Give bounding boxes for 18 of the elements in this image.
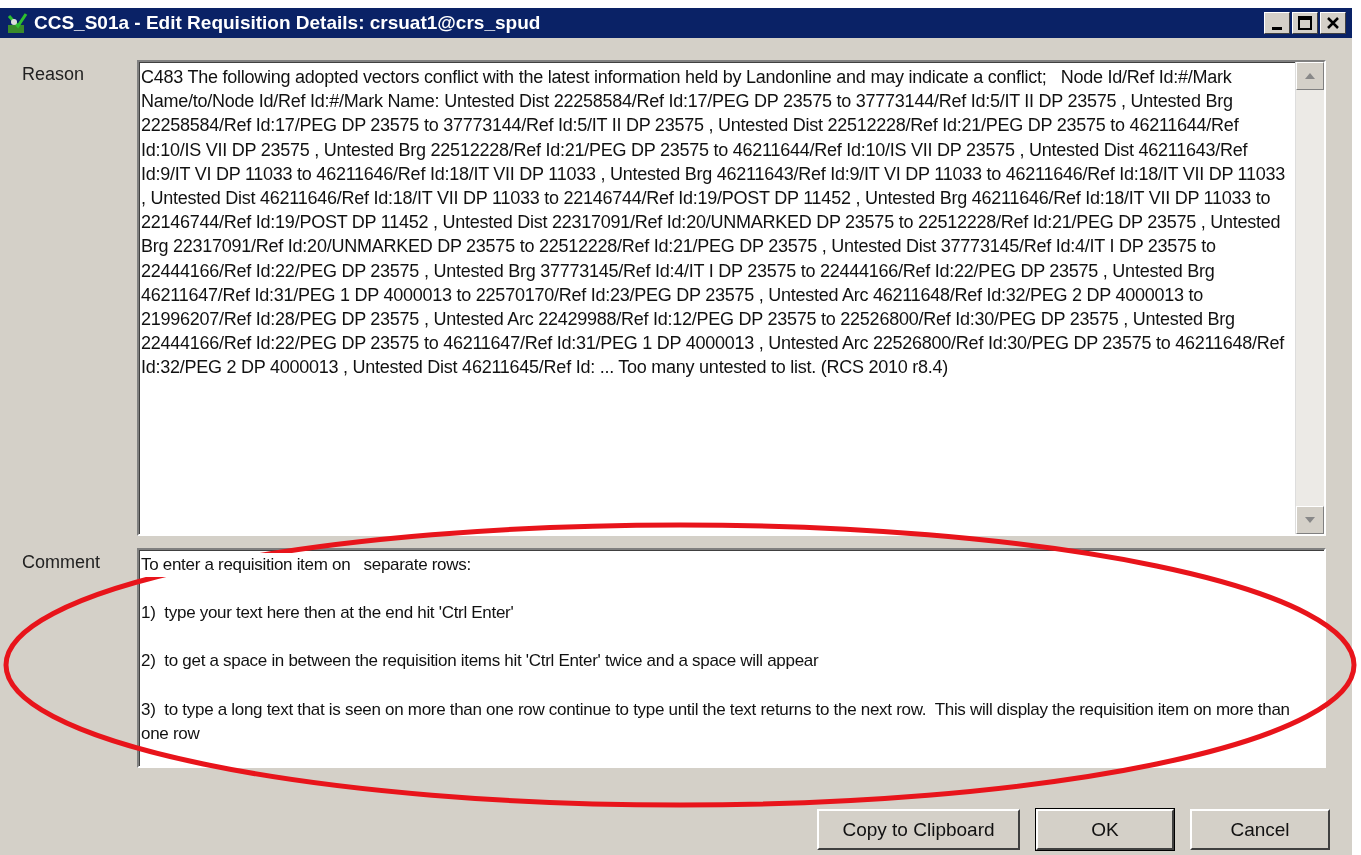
down-arrow-icon [1305, 517, 1315, 523]
minimize-icon [1272, 26, 1282, 30]
minimize-button[interactable] [1264, 12, 1290, 34]
dialog-button[interactable]: Copy to Clipboard [817, 809, 1020, 850]
maximize-icon [1298, 16, 1312, 30]
maximize-button[interactable] [1292, 12, 1318, 34]
comment-field[interactable]: To enter a requisition item on separate rows: 1) type your text here then at the end hit 'Ctrl Enter' 2) to get a space in between the requisition items hit 'Ctrl Enter' twice and a space will appear 3) to type a long text that is seen on more than one row continue to type until the text returns to the next row. This will display the requisition item on more than one row [137, 548, 1326, 768]
app-icon [6, 12, 28, 34]
close-button[interactable] [1320, 12, 1346, 34]
close-icon [1326, 16, 1340, 30]
reason-label: Reason [21, 63, 86, 86]
dialog-button[interactable]: Cancel [1190, 809, 1330, 850]
scrollbar[interactable] [1295, 62, 1324, 534]
up-arrow-icon [1305, 73, 1315, 79]
comment-label: Comment [21, 551, 102, 574]
reason-field[interactable]: C483 The following adopted vectors conflict with the latest information held by Landonline and may indicate a conflict; Node Id/Ref Id:#/Mark Name/to/Node Id/Ref Id:#/Mark Name: Untested Dist 22258584/Ref Id:17/PEG DP 23575 to 37773144/Ref Id:5/IT II DP 23575 , Untested Brg 22258584/Ref Id:17/PEG DP 23575 to 37773144/Ref Id:5/IT II DP 23575 , Untested Dist 22512228/Ref Id:21/PEG DP 23575 to 46211644/Ref Id:10/IS VII DP 23575 , Untested Brg 22512228/Ref Id:21/PEG DP 23575 to 46211644/Ref Id:10/IS VII DP 23575 , Untested Dist 46211643/Ref Id:9/IT VI DP 11033 to 46211646/Ref Id:18/IT VII DP 11033 , Untested Brg 46211643/Ref Id:9/IT VI DP 11033 to 46211646/Ref Id:18/IT VII DP 11033 , Untested Dist 46211646/Ref Id:18/IT VII DP 11033 to 22146744/Ref Id:19/POST DP 11452 , Untested Brg 46211646/Ref Id:18/IT VII DP 11033 to 22146744/Ref Id:19/POST DP 11452 , Untested Dist 22317091/Ref Id:20/UNMARKED DP 23575 to 22512228/Ref Id:21/PEG DP 23575 , Untested Brg 22317091/Ref Id:20/UNMARKED DP 23575 to 22512228/Ref Id:21/PEG DP 23575 , Untested Dist 37773145/Ref Id:4/IT I DP 23575 to 22444166/Ref Id:22/PEG DP 23575 , Untested Brg 37773145/Ref Id:4/IT I DP 23575 to 22444166/Ref Id:22/PEG DP 23575 , Untested Brg 46211647/Ref Id:31/PEG 1 DP 4000013 to 22570170/Ref Id:23/PEG DP 23575 , Untested Arc 46211648/Ref Id:32/PEG 2 DP 4000013 to 21996207/Ref Id:28/PEG DP 23575 , Untested Arc 22429988/Ref Id:12/PEG DP 23575 to 22526800/Ref Id:30/PEG DP 23575 , Untested Brg 22444166/Ref Id:22/PEG DP 23575 to 46211647/Ref Id:31/PEG 1 DP 4000013 , Untested Arc 22526800/Ref Id:30/PEG DP 23575 to 46211648/Ref Id:32/PEG 2 DP 4000013 , Untested Dist 46211645/Ref Id: ... Too many untested to list. (RCS 2010 r8.4) [137, 60, 1326, 536]
dialog-button[interactable]: OK [1036, 809, 1174, 850]
window-title: CCS_S01a - Edit Requisition Details: crsuat1@crs_spud [34, 12, 542, 34]
